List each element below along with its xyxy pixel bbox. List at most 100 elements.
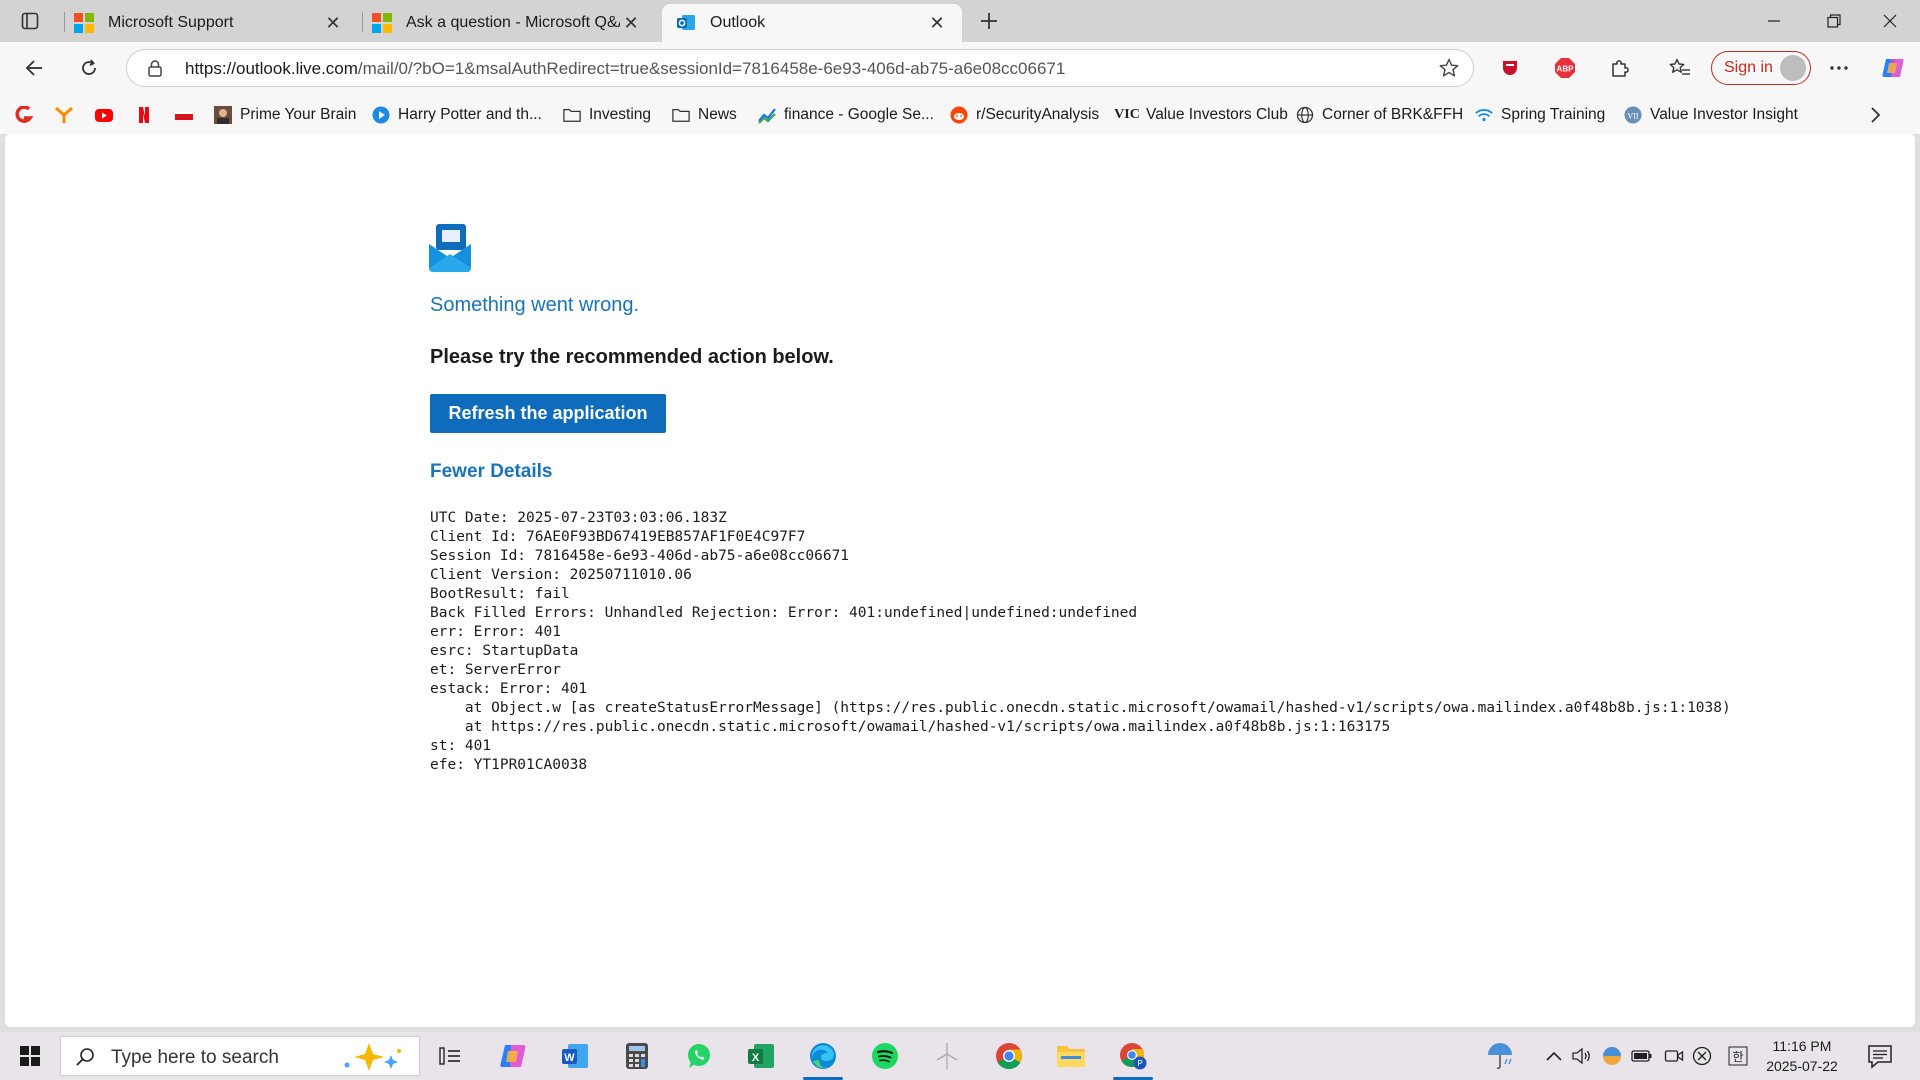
bookmark-security-analysis[interactable]: r/SecurityAnalysis bbox=[950, 104, 1099, 126]
bookmark-label: r/SecurityAnalysis bbox=[976, 106, 1100, 123]
bookmark-netflix-icon[interactable] bbox=[134, 106, 154, 124]
tab-title: Ask a question - Microsoft Q&A bbox=[406, 14, 620, 31]
bookmark-finance-google[interactable]: finance - Google Se... bbox=[758, 104, 934, 126]
refresh-icon bbox=[82, 59, 96, 75]
taskbar-word-app[interactable]: W bbox=[551, 1036, 599, 1076]
tab-actions-icon bbox=[21, 12, 39, 30]
taskbar-spotify-app[interactable] bbox=[861, 1036, 909, 1076]
taskbar-copilot-app[interactable] bbox=[489, 1036, 537, 1076]
more-bookmarks-chevron-icon[interactable] bbox=[1868, 106, 1882, 124]
settings-and-more-button[interactable] bbox=[1821, 50, 1857, 86]
extensions-button[interactable] bbox=[1602, 50, 1638, 86]
taskbar-whatsapp-app[interactable] bbox=[675, 1036, 723, 1076]
bookmark-label: Prime Your Brain bbox=[240, 106, 357, 123]
refresh-button[interactable] bbox=[71, 50, 107, 86]
more-dots-icon bbox=[1830, 66, 1848, 70]
bookmark-folder-news[interactable]: News bbox=[672, 104, 737, 126]
address-bar[interactable]: https://outlook.live.com/mail/0/?bO=1&ms… bbox=[126, 49, 1474, 87]
clock-time: 11:16 PM bbox=[1772, 1038, 1832, 1054]
taskbar-chrome-profile-app[interactable]: P bbox=[1109, 1036, 1157, 1080]
back-button[interactable] bbox=[16, 50, 52, 86]
vic-logo-icon: VIC bbox=[1114, 107, 1140, 122]
calculator-icon bbox=[626, 1043, 648, 1069]
copilot-button[interactable] bbox=[1875, 50, 1911, 86]
tray-orb-icon bbox=[1603, 1047, 1621, 1065]
taskbar-edge-app[interactable] bbox=[799, 1036, 847, 1080]
microsoft-logo-icon bbox=[74, 13, 94, 33]
vii-logo-icon: VII bbox=[1624, 106, 1642, 124]
taskbar-calculator-app[interactable] bbox=[613, 1036, 661, 1076]
bookmark-value-investor-insight[interactable]: VII Value Investor Insight bbox=[1624, 104, 1798, 126]
detail-line: at https://res.public.onecdn.static.micr… bbox=[430, 719, 1391, 735]
sign-in-button[interactable]: Sign in bbox=[1711, 51, 1811, 85]
url-text[interactable]: https://outlook.live.com/mail/0/?bO=1&ms… bbox=[185, 59, 1065, 79]
chrome-icon bbox=[996, 1043, 1023, 1070]
clock[interactable]: 11:16 PM 2025-07-22 bbox=[1762, 1036, 1842, 1076]
task-view-button[interactable] bbox=[426, 1036, 474, 1076]
show-hidden-icons-button[interactable] bbox=[1542, 1044, 1566, 1068]
adblock-plus-button[interactable]: ABP bbox=[1547, 50, 1583, 86]
bookmark-youtube-icon[interactable] bbox=[94, 106, 114, 124]
network-status-button[interactable] bbox=[1690, 1044, 1714, 1068]
fewer-details-link[interactable]: Fewer Details bbox=[430, 461, 553, 483]
restore-button[interactable] bbox=[1806, 0, 1862, 42]
battery-button[interactable] bbox=[1630, 1044, 1654, 1068]
favorites-button[interactable] bbox=[1662, 50, 1698, 86]
taskbar-chrome-app[interactable] bbox=[985, 1036, 1033, 1076]
taskbar-file-explorer-app[interactable] bbox=[1047, 1036, 1095, 1076]
start-button[interactable] bbox=[10, 1040, 50, 1072]
clock-date: 2025-07-22 bbox=[1766, 1058, 1838, 1074]
bookmark-spring-training[interactable]: Spring Training bbox=[1475, 104, 1605, 126]
bookmark-prime-your-brain[interactable]: Prime Your Brain bbox=[214, 104, 356, 126]
detail-line: Client Id: 76AE0F93BD67419EB857AF1F0E4C9… bbox=[430, 529, 806, 545]
close-window-button[interactable] bbox=[1862, 0, 1918, 42]
tab-microsoft-support[interactable]: Microsoft Support ✕ bbox=[60, 4, 358, 42]
sign-in-label: Sign in bbox=[1724, 59, 1773, 76]
task-view-icon bbox=[439, 1047, 460, 1065]
bookmark-red-s-icon[interactable] bbox=[14, 106, 34, 124]
lock-icon[interactable] bbox=[147, 59, 163, 77]
close-tab-icon[interactable]: ✕ bbox=[322, 12, 344, 34]
close-tab-icon[interactable]: ✕ bbox=[620, 12, 642, 34]
detail-line: efe: YT1PR01CA0038 bbox=[430, 757, 588, 773]
input-language-button[interactable]: 한 bbox=[1726, 1044, 1750, 1068]
bookmark-folder-investing[interactable]: Investing bbox=[563, 104, 651, 126]
tray-app-button[interactable] bbox=[1600, 1044, 1624, 1068]
folder-icon bbox=[672, 106, 690, 124]
bookmark-label: Value Investor Insight bbox=[1650, 106, 1798, 123]
restore-icon bbox=[1827, 14, 1841, 28]
outlook-logo-icon bbox=[429, 224, 471, 272]
bookmark-corner-of-brk[interactable]: Corner of BRK&FFH bbox=[1296, 104, 1463, 126]
extension-shield-button[interactable] bbox=[1492, 50, 1528, 86]
bookmark-label: Value Investors Club bbox=[1146, 106, 1288, 123]
close-tab-icon[interactable]: ✕ bbox=[926, 12, 948, 34]
tab-actions-menu-button[interactable] bbox=[12, 6, 48, 36]
bookmark-red-bar-icon[interactable] bbox=[174, 106, 194, 124]
refresh-application-button[interactable]: Refresh the application bbox=[430, 394, 666, 433]
camera-icon bbox=[1664, 1050, 1684, 1062]
error-subtitle: Please try the recommended action below. bbox=[430, 346, 834, 368]
volume-button[interactable] bbox=[1570, 1044, 1594, 1068]
wifi-icon bbox=[1475, 106, 1493, 124]
notification-center-icon[interactable] bbox=[1866, 1042, 1894, 1070]
bookmark-value-investors-club[interactable]: VIC Value Investors Club bbox=[1114, 104, 1288, 126]
shield-extension-icon bbox=[1503, 61, 1517, 75]
new-tab-button[interactable] bbox=[974, 6, 1004, 36]
tab-outlook[interactable]: Outlook ✕ bbox=[662, 4, 962, 42]
page-content: Something went wrong. Please try the rec… bbox=[5, 134, 1915, 1027]
taskbar-search-box[interactable]: Type here to search bbox=[60, 1036, 420, 1076]
bookmark-harry-potter[interactable]: Harry Potter and th... bbox=[372, 104, 542, 126]
minimize-button[interactable] bbox=[1746, 0, 1802, 42]
bookmark-hacker-news-icon[interactable] bbox=[54, 106, 74, 124]
favorite-star-icon[interactable] bbox=[1439, 58, 1459, 78]
weather-widget[interactable] bbox=[1484, 1043, 1516, 1070]
taskbar-excel-app[interactable]: X bbox=[737, 1036, 785, 1076]
meet-now-button[interactable] bbox=[1662, 1044, 1686, 1068]
tab-ask-a-question[interactable]: Ask a question - Microsoft Q&A ✕ bbox=[358, 4, 656, 42]
bookmark-label: News bbox=[698, 106, 737, 123]
detail-line: UTC Date: 2025-07-23T03:03:06.183Z bbox=[430, 510, 727, 526]
taskbar-wind-app[interactable] bbox=[923, 1036, 971, 1076]
bookmarks-bar: Prime Your Brain Harry Potter and th... … bbox=[0, 94, 1920, 134]
chart-icon bbox=[758, 106, 776, 124]
folder-icon bbox=[563, 106, 581, 124]
